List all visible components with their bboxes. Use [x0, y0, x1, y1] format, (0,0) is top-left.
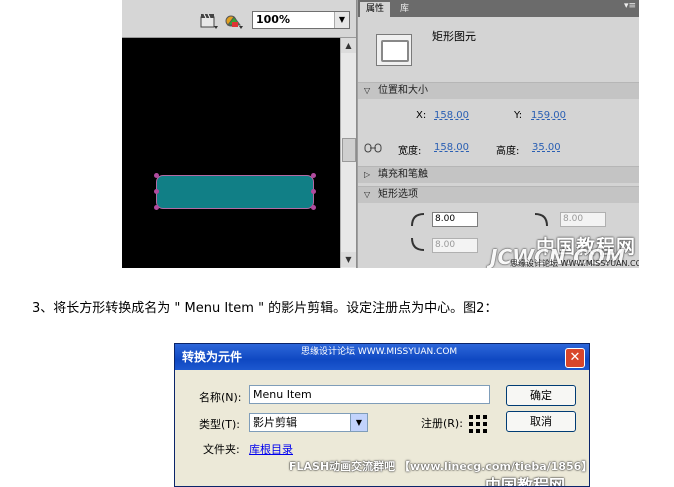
- symbol-type-label: 矩形图元: [432, 30, 476, 43]
- dialog-titlebar[interactable]: 转换为元件 思缘设计论坛 WWW.MISSYUAN.COM ✕: [175, 344, 589, 370]
- edit-scene-icon[interactable]: [200, 13, 218, 29]
- convert-to-symbol-dialog: 转换为元件 思缘设计论坛 WWW.MISSYUAN.COM ✕ 名称(N): M…: [174, 343, 590, 487]
- library-root-link[interactable]: 库根目录: [249, 441, 293, 457]
- lock-proportions-icon[interactable]: [364, 141, 382, 155]
- symbol-type-select[interactable]: 影片剪辑 ▼: [249, 413, 368, 432]
- dialog-watermark: 思缘设计论坛 WWW.MISSYUAN.COM: [301, 347, 458, 357]
- corner-top-left-input[interactable]: 8.00: [432, 212, 478, 227]
- resize-handle[interactable]: [154, 205, 159, 210]
- chevron-down-icon: ▼: [334, 12, 349, 28]
- folder-label: 文件夹:: [203, 443, 240, 456]
- zoom-value: 100%: [256, 13, 290, 26]
- stage-toolbar: 100% ▼: [122, 0, 356, 38]
- tab-library[interactable]: 库: [394, 2, 415, 17]
- resize-handle[interactable]: [154, 173, 159, 178]
- expand-arrow-icon: ▷: [364, 170, 371, 179]
- flash-screenshot: 100% ▼ ▲ ▼ 属性 库 ▾≡ 矩形图元 ▽ 位置和大小 X: 158.00…: [122, 0, 639, 268]
- zoom-select[interactable]: 100% ▼: [252, 11, 350, 29]
- registration-grid-icon[interactable]: [469, 415, 487, 433]
- cancel-button[interactable]: 取消: [506, 411, 576, 432]
- section-position-size[interactable]: ▽ 位置和大小: [358, 82, 639, 99]
- watermark-text: 思缘设计论坛 WWW.MISSYUAN.COM: [510, 259, 639, 268]
- name-label: 名称(N):: [199, 391, 242, 404]
- edit-symbols-icon[interactable]: [225, 13, 243, 29]
- corner-bottom-left-input[interactable]: 8.00: [432, 238, 478, 253]
- selected-rectangle[interactable]: [156, 175, 314, 209]
- corner-bottom-left-icon: [411, 237, 425, 251]
- collapse-arrow-icon: ▽: [364, 190, 371, 199]
- panel-tab-bar: 属性 库 ▾≡: [358, 0, 639, 17]
- ok-button[interactable]: 确定: [506, 385, 576, 406]
- tab-properties[interactable]: 属性: [360, 2, 391, 17]
- x-value[interactable]: 158.00: [434, 110, 469, 121]
- corner-top-right-input[interactable]: 8.00: [560, 212, 606, 227]
- section-rectangle-options[interactable]: ▽ 矩形选项: [358, 186, 639, 203]
- symbol-name-input[interactable]: Menu Item: [249, 385, 490, 404]
- resize-handle[interactable]: [311, 173, 316, 178]
- x-label: X:: [416, 110, 427, 121]
- y-label: Y:: [514, 110, 523, 121]
- dialog-title: 转换为元件: [182, 350, 243, 364]
- instruction-text: 3、将长方形转换成名为 " Menu Item " 的影片剪辑。设定注册点为中心…: [32, 301, 498, 316]
- close-icon[interactable]: ✕: [565, 348, 585, 368]
- corner-top-right-icon: [534, 213, 548, 227]
- rectangle-primitive-icon: [376, 34, 412, 66]
- height-label: 高度:: [496, 146, 520, 157]
- width-label: 宽度:: [398, 146, 422, 157]
- chevron-down-icon: ▼: [350, 414, 367, 431]
- corner-top-left-icon: [411, 213, 425, 227]
- stage-vertical-scrollbar[interactable]: ▲ ▼: [340, 38, 356, 268]
- resize-handle[interactable]: [154, 189, 159, 194]
- panel-menu-icon[interactable]: ▾≡: [624, 1, 636, 11]
- section-fill-stroke[interactable]: ▷ 填充和笔触: [358, 166, 639, 183]
- scroll-down-icon[interactable]: ▼: [341, 252, 356, 267]
- width-value[interactable]: 158.00: [434, 142, 469, 153]
- height-value[interactable]: 35.00: [532, 142, 561, 153]
- properties-panel: 属性 库 ▾≡ 矩形图元 ▽ 位置和大小 X: 158.00 Y: 159.00 …: [357, 0, 639, 268]
- resize-handle[interactable]: [311, 189, 316, 194]
- scroll-thumb[interactable]: [342, 138, 356, 162]
- stage-canvas[interactable]: [122, 38, 340, 268]
- registration-label: 注册(R):: [421, 417, 463, 430]
- scroll-up-icon[interactable]: ▲: [341, 38, 356, 53]
- resize-handle[interactable]: [311, 205, 316, 210]
- collapse-arrow-icon: ▽: [364, 86, 371, 95]
- y-value[interactable]: 159.00: [531, 110, 566, 121]
- type-label: 类型(T):: [199, 418, 241, 431]
- type-value: 影片剪辑: [253, 416, 297, 429]
